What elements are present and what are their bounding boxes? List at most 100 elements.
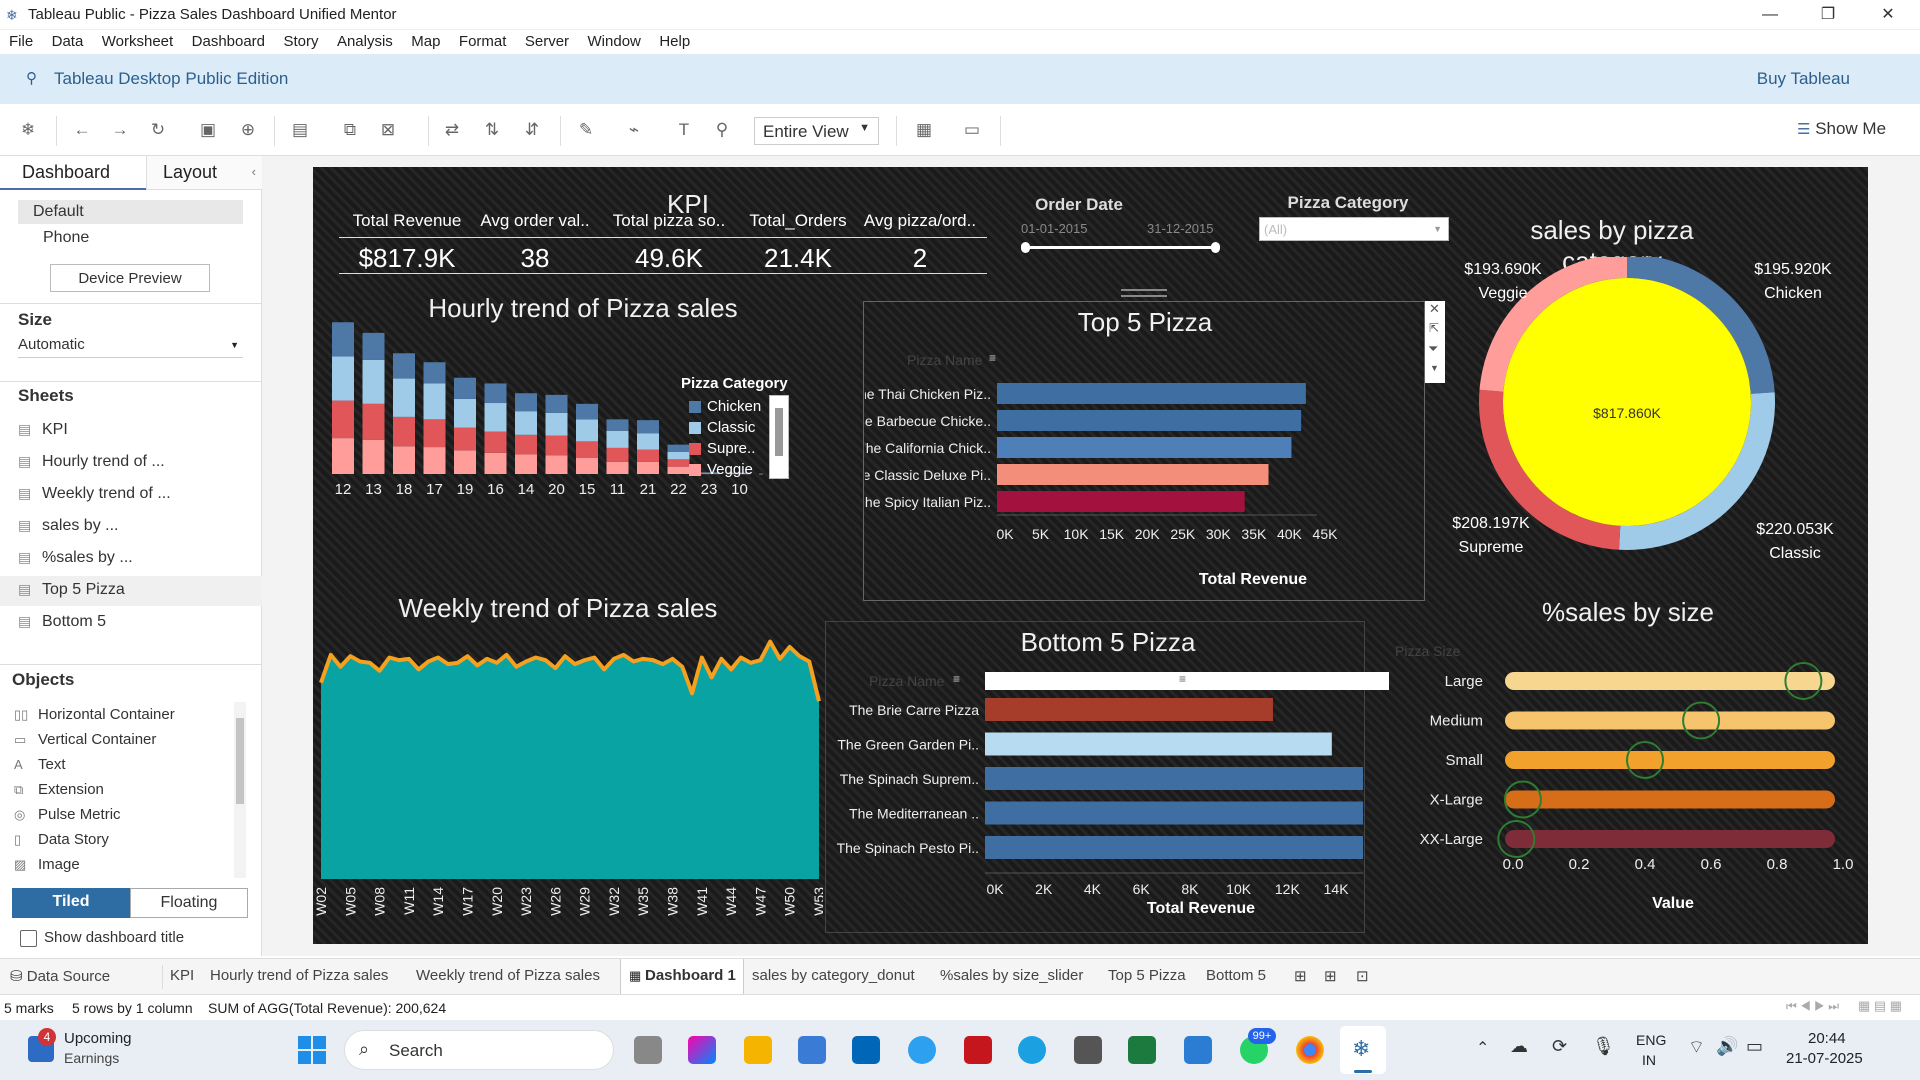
tab-kpi[interactable]: KPI xyxy=(170,967,194,984)
help-icon[interactable] xyxy=(908,1036,936,1064)
menu-analysis[interactable]: Analysis xyxy=(337,30,393,50)
sheet-item-sales-by[interactable]: ▤ sales by ... xyxy=(18,517,118,535)
tab-data-source[interactable]: ⛁ Data Source xyxy=(10,967,110,985)
volume-icon[interactable]: 🔊 xyxy=(1716,1036,1738,1057)
excel-icon[interactable] xyxy=(1128,1036,1156,1064)
sync-icon[interactable]: ⟳ xyxy=(1552,1036,1567,1057)
app-icon[interactable] xyxy=(1074,1036,1102,1064)
tab-dashboard-1[interactable]: ▦ Dashboard 1 xyxy=(620,959,744,995)
sort-descending-icon[interactable]: ⇵ xyxy=(520,118,544,142)
photos-icon[interactable] xyxy=(1184,1036,1212,1064)
sort-icon[interactable]: ≡ xyxy=(989,351,996,365)
legend-scrollbar-thumb[interactable] xyxy=(775,408,783,456)
objects-scrollbar[interactable] xyxy=(234,702,246,878)
fix-axes-icon[interactable]: ⚲ xyxy=(710,118,734,142)
tableau-home-icon[interactable]: ❄ xyxy=(16,118,40,142)
show-me-button[interactable]: ☰ Show Me xyxy=(1797,119,1886,139)
pin-icon[interactable]: ⚲ xyxy=(26,69,37,87)
menu-data[interactable]: Data xyxy=(52,30,84,50)
menu-story[interactable]: Story xyxy=(283,30,318,50)
bottom5-header-bar[interactable]: ≡ xyxy=(985,672,1389,690)
new-story-icon[interactable]: ⊡ xyxy=(1356,967,1369,985)
group-icon[interactable]: ⌁ xyxy=(622,118,646,142)
new-worksheet-icon[interactable]: ⊞ xyxy=(1294,967,1307,985)
sheet-item-weekly[interactable]: ▤ Weekly trend of ... xyxy=(18,485,171,503)
remove-icon[interactable]: ✕ xyxy=(1429,301,1440,317)
file-explorer-icon[interactable] xyxy=(744,1036,772,1064)
taskbar-search[interactable]: ⌕ Search xyxy=(344,1030,614,1070)
page-navigation-icon[interactable]: ⏮ ◀ ▶ ⏭ xyxy=(1786,999,1839,1014)
minimize-button[interactable]: — xyxy=(1750,2,1790,28)
sheet-item-hourly[interactable]: ▤ Hourly trend of ... xyxy=(18,453,165,471)
sheet-item-top5[interactable]: ▤ Top 5 Pizza xyxy=(18,581,125,599)
object-vertical-container[interactable]: ▭ Vertical Container xyxy=(14,731,156,748)
duplicate-icon[interactable]: ⧉ xyxy=(338,118,362,142)
object-pulse-metric[interactable]: ◎ Pulse Metric xyxy=(14,806,121,823)
sheet-item-kpi[interactable]: ▤ KPI xyxy=(18,421,68,439)
onedrive-icon[interactable]: ☁ xyxy=(1510,1036,1528,1057)
tab-top5[interactable]: Top 5 Pizza xyxy=(1108,967,1186,984)
redo-icon[interactable]: → xyxy=(108,118,132,142)
sort-icon[interactable]: ≡ xyxy=(953,672,960,686)
save-icon[interactable]: ▣ xyxy=(196,118,220,142)
undo-icon[interactable]: ← xyxy=(70,118,94,142)
windows-start-icon[interactable] xyxy=(298,1036,326,1064)
close-button[interactable]: ✕ xyxy=(1868,2,1908,28)
tableau-taskbar-active[interactable]: ❄ xyxy=(1340,1026,1386,1074)
hp-icon[interactable] xyxy=(852,1036,880,1064)
new-worksheet-icon[interactable]: ▤ xyxy=(288,118,312,142)
microphone-icon[interactable]: 🎙 xyxy=(1592,1036,1615,1057)
tab-bottom5[interactable]: Bottom 5 xyxy=(1206,967,1266,984)
menu-map[interactable]: Map xyxy=(411,30,440,50)
sheet-item-pct-sales[interactable]: ▤ %sales by ... xyxy=(18,549,133,567)
edge-icon[interactable] xyxy=(1018,1036,1046,1064)
store-icon[interactable] xyxy=(798,1036,826,1064)
more-options-icon[interactable]: ▼ xyxy=(1430,363,1439,373)
view-grid-icon[interactable]: ▦ ▤ ▦ xyxy=(1858,998,1902,1014)
new-dashboard-icon[interactable]: ⊞ xyxy=(1324,967,1337,985)
mcafee-icon[interactable] xyxy=(964,1036,992,1064)
floating-button[interactable]: Floating xyxy=(130,888,248,918)
clear-sheet-icon[interactable]: ⊠ xyxy=(376,118,400,142)
menu-help[interactable]: Help xyxy=(659,30,690,50)
show-title-checkbox[interactable] xyxy=(20,930,37,947)
sort-icon[interactable]: ≡ xyxy=(1179,672,1186,686)
tab-weekly-trend[interactable]: Weekly trend of Pizza sales xyxy=(416,967,600,984)
scrollbar-thumb[interactable] xyxy=(236,718,244,804)
highlight-icon[interactable]: ✎ xyxy=(574,118,598,142)
tab-hourly-trend[interactable]: Hourly trend of Pizza sales xyxy=(210,967,388,984)
object-horizontal-container[interactable]: ▯▯ Horizontal Container xyxy=(14,706,175,723)
show-cards-icon[interactable]: ▦ xyxy=(912,118,936,142)
order-date-slider-end-handle[interactable] xyxy=(1211,242,1220,253)
clock-time[interactable]: 20:44 xyxy=(1808,1030,1846,1047)
legend-scrollbar[interactable] xyxy=(769,395,789,479)
pizza-category-dropdown[interactable]: (All) ▼ xyxy=(1259,217,1449,241)
menu-worksheet[interactable]: Worksheet xyxy=(102,30,173,50)
device-preview-button[interactable]: Device Preview xyxy=(50,264,210,292)
object-extension[interactable]: ⧉ Extension xyxy=(14,781,104,798)
menu-format[interactable]: Format xyxy=(459,30,507,50)
menu-server[interactable]: Server xyxy=(525,30,569,50)
labels-icon[interactable]: T xyxy=(672,118,696,142)
task-view-icon[interactable] xyxy=(634,1036,662,1064)
tab-sales-by-size[interactable]: %sales by size_slider xyxy=(940,967,1083,984)
object-data-story[interactable]: ▯ Data Story xyxy=(14,831,109,848)
language-primary[interactable]: ENG xyxy=(1636,1032,1666,1048)
widget-title[interactable]: Upcoming xyxy=(64,1030,132,1047)
battery-icon[interactable]: ▭ xyxy=(1746,1036,1763,1057)
sheet-item-bottom5[interactable]: ▤ Bottom 5 xyxy=(18,613,106,631)
size-dropdown[interactable]: Automatic ▼ xyxy=(18,336,243,358)
fit-dropdown[interactable]: Entire View ▼ xyxy=(754,117,879,145)
tab-dashboard[interactable]: Dashboard xyxy=(0,156,146,190)
chrome-icon[interactable] xyxy=(1296,1036,1324,1064)
tab-layout[interactable]: Layout ‹ xyxy=(146,156,262,190)
menu-file[interactable]: File xyxy=(9,30,33,50)
show-hidden-icons[interactable]: ⌃ xyxy=(1476,1038,1489,1058)
device-phone[interactable]: Phone xyxy=(43,229,89,247)
object-image[interactable]: ▨ Image xyxy=(14,856,80,873)
go-to-sheet-icon[interactable]: ⇱ xyxy=(1429,321,1439,335)
swap-icon[interactable]: ⇄ xyxy=(440,118,464,142)
panel-drag-handle-icon[interactable] xyxy=(1121,289,1167,297)
object-text[interactable]: A Text xyxy=(14,756,66,773)
presentation-mode-icon[interactable]: ▭ xyxy=(960,118,984,142)
